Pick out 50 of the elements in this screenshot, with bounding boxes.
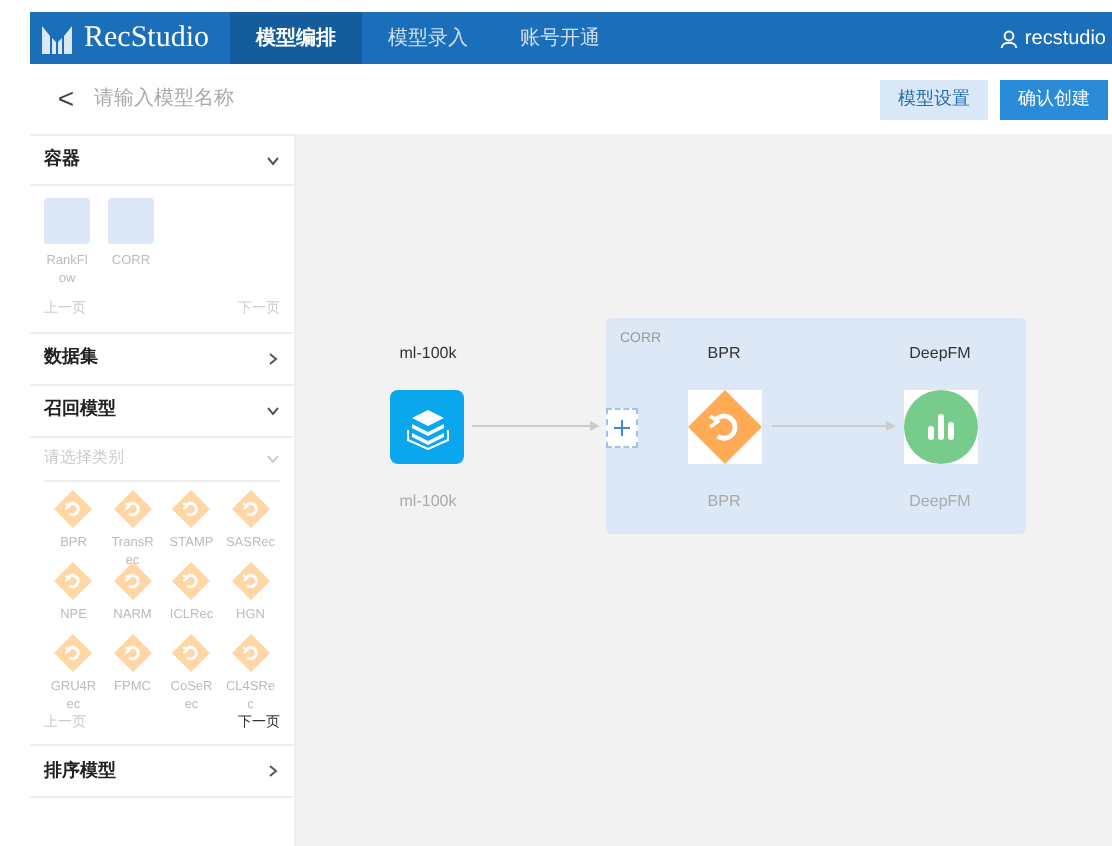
diamond-icon xyxy=(54,561,93,599)
node-label: DeepFM xyxy=(907,490,973,514)
container-tile[interactable] xyxy=(44,198,90,244)
diamond-icon xyxy=(231,633,270,671)
section-title[interactable]: 容器 xyxy=(44,146,80,174)
section-title[interactable]: 数据集 xyxy=(44,344,98,372)
node-label: DeepFM xyxy=(907,342,973,366)
dropdown-icon[interactable] xyxy=(266,451,280,465)
diamond-icon xyxy=(113,561,152,599)
node-label: ml-100k xyxy=(397,342,459,366)
container-tile[interactable] xyxy=(108,198,154,244)
create-button[interactable]: 确认创建 xyxy=(1000,79,1108,119)
model-node[interactable] xyxy=(904,390,978,464)
model-name-field[interactable]: 请输入模型名称 xyxy=(94,84,494,114)
nav-tab[interactable]: 模型编排 xyxy=(230,12,362,64)
nav-tab[interactable]: 模型录入 xyxy=(362,12,494,64)
section-title[interactable]: 排序模型 xyxy=(44,757,116,785)
chevron-down-icon[interactable] xyxy=(266,153,280,167)
brand-name: RecStudio xyxy=(84,19,209,58)
layers-icon xyxy=(405,405,449,449)
user-icon xyxy=(1000,29,1019,47)
diamond-icon xyxy=(172,489,211,527)
dataset-node[interactable] xyxy=(390,390,464,464)
connector-arrow xyxy=(772,420,896,432)
diamond-icon xyxy=(172,561,211,599)
node-label: BPR xyxy=(705,490,743,514)
node-label: BPR xyxy=(705,342,743,366)
chevron-right-icon[interactable] xyxy=(266,764,280,778)
back-button[interactable]: < xyxy=(46,78,86,120)
node-label: ml-100k xyxy=(397,490,459,514)
plus-icon xyxy=(614,420,630,436)
nav-tab[interactable]: 账号开通 xyxy=(494,12,626,64)
add-button[interactable] xyxy=(606,408,638,448)
diamond-icon xyxy=(688,390,762,464)
diamond-icon xyxy=(113,633,152,671)
chevron-right-icon[interactable] xyxy=(266,351,280,365)
diamond-icon xyxy=(231,489,270,527)
connector-arrow xyxy=(472,420,600,432)
diamond-icon xyxy=(54,633,93,671)
chevron-down-icon[interactable] xyxy=(266,403,280,417)
logo-icon xyxy=(40,22,74,54)
diamond-icon xyxy=(54,489,93,527)
diamond-icon xyxy=(231,561,270,599)
settings-button[interactable]: 模型设置 xyxy=(880,79,988,119)
bar-chart-icon xyxy=(904,390,978,464)
diamond-icon xyxy=(113,489,152,527)
username[interactable]: recstudio xyxy=(1024,23,1106,53)
model-node[interactable] xyxy=(688,390,762,464)
diamond-icon xyxy=(172,633,211,671)
section-title[interactable]: 召回模型 xyxy=(44,396,116,424)
